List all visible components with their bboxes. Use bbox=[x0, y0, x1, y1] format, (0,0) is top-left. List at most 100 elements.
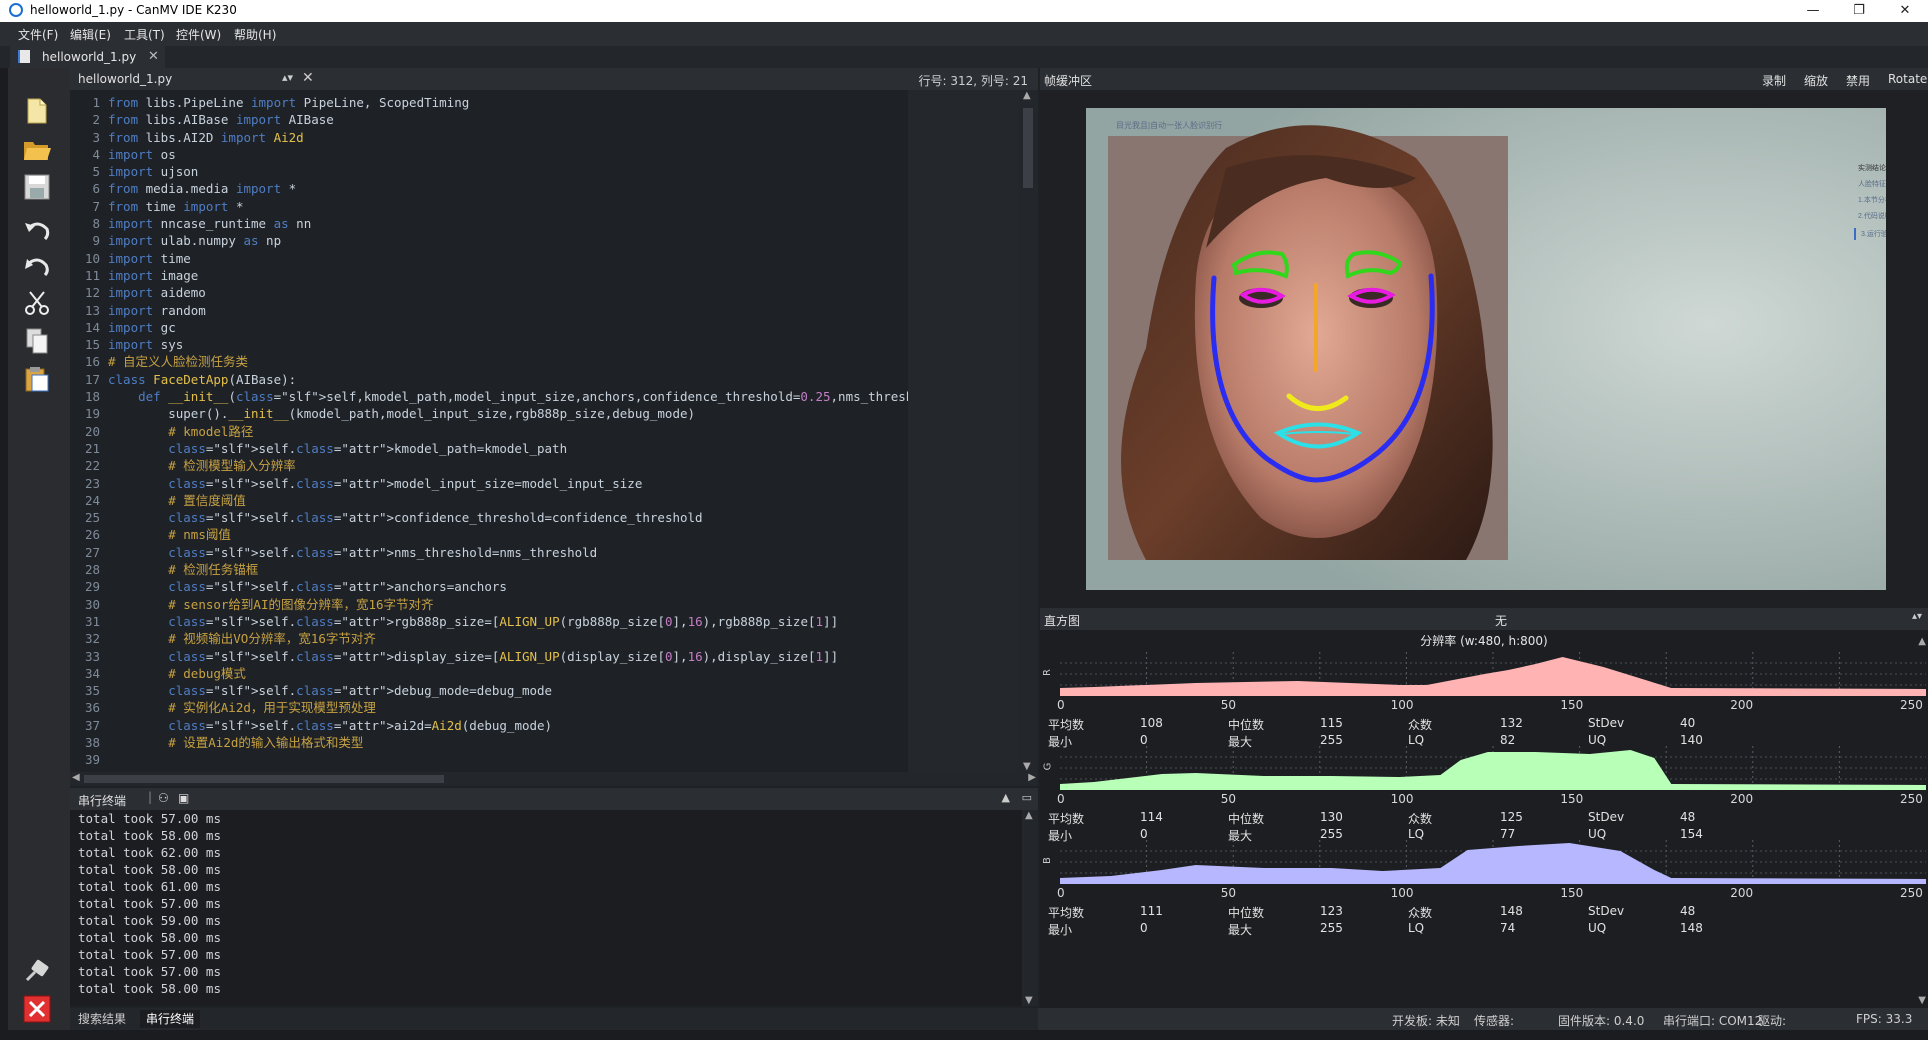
cut-icon[interactable] bbox=[22, 288, 52, 318]
code-line[interactable]: from libs.AIBase import AIBase bbox=[108, 111, 1028, 128]
open-file-icon[interactable] bbox=[22, 134, 52, 164]
code-line[interactable]: class="slf">self.class="attr">confidence… bbox=[108, 509, 1028, 526]
code-line[interactable]: import random bbox=[108, 302, 1028, 319]
minimize-button[interactable]: — bbox=[1790, 0, 1836, 22]
histogram-header: 直方图 无 ▴▾ bbox=[1040, 608, 1928, 630]
line-number: 11 bbox=[84, 267, 100, 283]
code-line[interactable]: # 检测模型输入分辨率 bbox=[108, 457, 1028, 474]
close-tab-icon[interactable]: ✕ bbox=[148, 49, 159, 64]
code-line[interactable]: import ujson bbox=[108, 163, 1028, 180]
scroll-thumb[interactable] bbox=[1023, 108, 1033, 188]
code-editor[interactable]: 1 2 3 4 5 6 7 8 9 10 11 12 13 14 15 16 17 18 19 20 21 22 23 24 2… bbox=[70, 90, 1028, 772]
code-line[interactable]: # sensor给到AI的图像分辨率，宽16字节对齐 bbox=[108, 596, 1028, 613]
stat-value-mean: 114 bbox=[1140, 810, 1163, 824]
menu-widgets[interactable]: 控件(W) bbox=[176, 26, 221, 43]
code-line[interactable]: # 置信度阈值 bbox=[108, 492, 1028, 509]
zoom-button[interactable]: 缩放 bbox=[1804, 72, 1828, 89]
hscroll-thumb[interactable] bbox=[84, 775, 444, 783]
tab-serial-terminal[interactable]: 串行终端 bbox=[140, 1010, 201, 1028]
terminal-scroll-down-icon[interactable]: ▼ bbox=[1025, 995, 1033, 1006]
code-line[interactable]: import sys bbox=[108, 336, 1028, 353]
disable-button[interactable]: 禁用 bbox=[1846, 72, 1870, 89]
undo-icon[interactable] bbox=[22, 216, 52, 246]
code-line[interactable]: import aidemo bbox=[108, 284, 1028, 301]
code-line[interactable]: # kmodel路径 bbox=[108, 423, 1028, 440]
hist-scroll-down-icon[interactable]: ▼ bbox=[1918, 995, 1926, 1006]
code-area[interactable]: from libs.PipeLine import PipeLine, Scop… bbox=[108, 94, 1028, 751]
code-line[interactable]: import image bbox=[108, 267, 1028, 284]
close-editor-icon[interactable]: ✕ bbox=[302, 70, 314, 86]
close-window-button[interactable]: ✕ bbox=[1882, 0, 1928, 22]
code-line[interactable]: class="slf">self.class="attr">nms_thresh… bbox=[108, 544, 1028, 561]
code-line[interactable]: import os bbox=[108, 146, 1028, 163]
maximize-button[interactable]: ❐ bbox=[1836, 0, 1882, 22]
line-number: 23 bbox=[84, 475, 100, 491]
terminal-scroll-up-icon[interactable]: ▲ bbox=[1025, 810, 1033, 821]
code-line[interactable]: # 设置Ai2d的输入输出格式和类型 bbox=[108, 734, 1028, 751]
code-line[interactable]: class FaceDetApp(AIBase): bbox=[108, 371, 1028, 388]
rotate-button[interactable]: Rotate bbox=[1888, 72, 1927, 86]
terminal-save-icon[interactable]: ▣ bbox=[178, 791, 189, 805]
code-line[interactable]: class="slf">self.class="attr">debug_mode… bbox=[108, 682, 1028, 699]
copy-icon[interactable] bbox=[22, 326, 52, 356]
new-file-icon[interactable] bbox=[22, 96, 52, 126]
code-line[interactable]: super().__init__(kmodel_path,model_input… bbox=[108, 405, 1028, 422]
scroll-up-icon[interactable]: ▲ bbox=[1023, 90, 1031, 101]
connect-icon[interactable] bbox=[22, 956, 52, 986]
tab-search-results[interactable]: 搜索结果 bbox=[72, 1010, 132, 1028]
code-line[interactable]: class="slf">self.class="attr">model_inpu… bbox=[108, 475, 1028, 492]
document-tab[interactable]: helloworld_1.py ✕ bbox=[10, 46, 165, 68]
paste-icon[interactable] bbox=[22, 364, 52, 394]
code-line[interactable]: # 实例化Ai2d，用于实现模型预处理 bbox=[108, 699, 1028, 716]
code-line[interactable]: # nms阈值 bbox=[108, 526, 1028, 543]
scroll-down-icon[interactable]: ▼ bbox=[1023, 761, 1031, 772]
stat-value-max: 255 bbox=[1320, 733, 1343, 747]
redo-icon[interactable] bbox=[22, 252, 52, 282]
terminal-scrollbar[interactable]: ▲ ▼ bbox=[1022, 810, 1038, 1006]
axis-tick-label: 0 bbox=[1057, 698, 1065, 712]
colorspace-select[interactable]: 无 bbox=[1495, 612, 1507, 629]
code-line[interactable]: class="slf">self.class="attr">kmodel_pat… bbox=[108, 440, 1028, 457]
undock-icon[interactable]: ▭ bbox=[1022, 791, 1032, 804]
code-line[interactable]: from time import * bbox=[108, 198, 1028, 215]
save-file-icon[interactable] bbox=[22, 172, 52, 202]
stat-label-mode: 众数 bbox=[1408, 718, 1433, 732]
collapse-icon[interactable]: ▲ bbox=[1002, 791, 1010, 804]
editor-vertical-scrollbar[interactable]: ▲ ▼ bbox=[1018, 90, 1038, 772]
code-line[interactable]: class="slf">self.class="attr">ai2d=Ai2d(… bbox=[108, 717, 1028, 734]
channel-label: B bbox=[1041, 857, 1053, 864]
code-line[interactable]: import nncase_runtime as nn bbox=[108, 215, 1028, 232]
file-switch-arrows-icon[interactable]: ▴▾ bbox=[282, 71, 293, 84]
code-line[interactable]: class="slf">self.class="attr">anchors=an… bbox=[108, 578, 1028, 595]
code-line[interactable]: from libs.AI2D import Ai2d bbox=[108, 129, 1028, 146]
menu-edit[interactable]: 编辑(E) bbox=[70, 26, 111, 43]
code-line[interactable]: from media.media import * bbox=[108, 180, 1028, 197]
code-line[interactable]: class="slf">self.class="attr">display_si… bbox=[108, 648, 1028, 665]
menu-help[interactable]: 帮助(H) bbox=[234, 26, 276, 43]
code-line[interactable]: import ulab.numpy as np bbox=[108, 232, 1028, 249]
record-button[interactable]: 录制 bbox=[1762, 72, 1786, 89]
terminal-person-icon[interactable]: ⚇ bbox=[158, 791, 169, 805]
serial-terminal[interactable]: total took 57.00 ms total took 58.00 ms to… bbox=[70, 810, 1022, 1006]
code-line[interactable]: # 视频输出VO分辨率，宽16字节对齐 bbox=[108, 630, 1028, 647]
stat-value-uq: 148 bbox=[1680, 921, 1703, 935]
editor-filename[interactable]: helloworld_1.py bbox=[78, 72, 172, 86]
code-line[interactable]: import time bbox=[108, 250, 1028, 267]
code-line[interactable]: class="slf">self.class="attr">rgb888p_si… bbox=[108, 613, 1028, 630]
code-line[interactable]: from libs.PipeLine import PipeLine, Scop… bbox=[108, 94, 1028, 111]
colorspace-spinner-icon[interactable]: ▴▾ bbox=[1912, 611, 1922, 622]
scroll-right-icon[interactable]: ▶ bbox=[1028, 772, 1036, 783]
code-line[interactable]: # 检测任务锚框 bbox=[108, 561, 1028, 578]
menu-file[interactable]: 文件(F) bbox=[18, 26, 58, 43]
code-line[interactable]: # debug模式 bbox=[108, 665, 1028, 682]
scroll-left-icon[interactable]: ◀ bbox=[72, 772, 80, 783]
editor-horizontal-scrollbar[interactable]: ◀ ▶ bbox=[70, 772, 1038, 786]
hist-scroll-up-icon[interactable]: ▲ bbox=[1918, 636, 1926, 647]
code-minimap[interactable] bbox=[908, 90, 1018, 772]
code-line[interactable]: # 自定义人脸检测任务类 bbox=[108, 353, 1028, 370]
code-line[interactable]: def __init__(class="slf">self,kmodel_pat… bbox=[108, 388, 1028, 405]
stat-label-stdev: StDev bbox=[1588, 904, 1625, 918]
menu-tools[interactable]: 工具(T) bbox=[124, 26, 165, 43]
code-line[interactable]: import gc bbox=[108, 319, 1028, 336]
stop-icon[interactable] bbox=[22, 994, 52, 1024]
